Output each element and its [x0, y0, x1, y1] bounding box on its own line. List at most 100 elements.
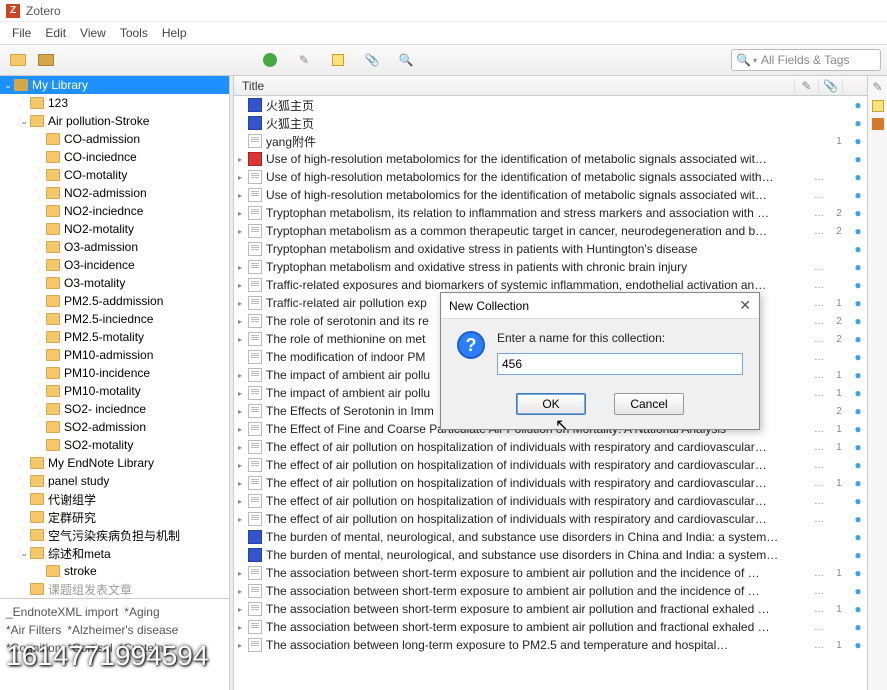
- item-row[interactable]: ▸The association between long-term expos…: [234, 636, 867, 654]
- tag[interactable]: _EndnoteXML import: [6, 605, 118, 619]
- item-row[interactable]: 火狐主页●: [234, 96, 867, 114]
- row-twisty-icon[interactable]: ▸: [238, 299, 248, 308]
- sidebar-item[interactable]: PM10-motality: [0, 382, 229, 400]
- row-twisty-icon[interactable]: ▸: [238, 227, 248, 236]
- row-twisty-icon[interactable]: ▸: [238, 515, 248, 524]
- sidebar-item[interactable]: SO2- inciednce: [0, 400, 229, 418]
- sidebar-item[interactable]: PM2.5-motality: [0, 328, 229, 346]
- sidebar-item[interactable]: SO2-motality: [0, 436, 229, 454]
- row-twisty-icon[interactable]: ▸: [238, 155, 248, 164]
- item-row[interactable]: ▸The effect of air pollution on hospital…: [234, 474, 867, 492]
- cancel-button[interactable]: Cancel: [614, 393, 684, 415]
- row-twisty-icon[interactable]: ▸: [238, 623, 248, 632]
- row-twisty-icon[interactable]: ▸: [238, 191, 248, 200]
- item-row[interactable]: ▸Tryptophan metabolism, its relation to …: [234, 204, 867, 222]
- menu-file[interactable]: File: [6, 24, 37, 42]
- sidebar-item[interactable]: PM10-admission: [0, 346, 229, 364]
- sidebar-item[interactable]: CO-motality: [0, 166, 229, 184]
- item-row[interactable]: 火狐主页●: [234, 114, 867, 132]
- item-row[interactable]: ▸The association between short-term expo…: [234, 600, 867, 618]
- item-row[interactable]: ▸Use of high-resolution metabolomics for…: [234, 186, 867, 204]
- row-twisty-icon[interactable]: ▸: [238, 461, 248, 470]
- item-row[interactable]: The burden of mental, neurological, and …: [234, 528, 867, 546]
- item-row[interactable]: The burden of mental, neurological, and …: [234, 546, 867, 564]
- item-row[interactable]: ▸Use of high-resolution metabolomics for…: [234, 150, 867, 168]
- new-library-button[interactable]: [34, 49, 58, 71]
- row-twisty-icon[interactable]: ▸: [238, 569, 248, 578]
- row-twisty-icon[interactable]: ▸: [238, 479, 248, 488]
- sidebar-item[interactable]: CO-admission: [0, 130, 229, 148]
- sidebar-item[interactable]: 课题组发表文章: [0, 580, 229, 598]
- row-twisty-icon[interactable]: ▸: [238, 173, 248, 182]
- tag[interactable]: *Alzheimer's disease: [67, 623, 178, 637]
- sidebar-item[interactable]: O3-incidence: [0, 256, 229, 274]
- sidebar-item[interactable]: NO2-inciednce: [0, 202, 229, 220]
- column-title[interactable]: Title: [234, 79, 795, 93]
- item-row[interactable]: ▸Tryptophan metabolism as a common thera…: [234, 222, 867, 240]
- sidebar-item[interactable]: O3-motality: [0, 274, 229, 292]
- row-twisty-icon[interactable]: ▸: [238, 281, 248, 290]
- sidebar-item[interactable]: My EndNote Library: [0, 454, 229, 472]
- advanced-search-button[interactable]: 🔍: [394, 49, 418, 71]
- search-input[interactable]: 🔍 ▾ All Fields & Tags: [731, 49, 881, 71]
- row-twisty-icon[interactable]: ▸: [238, 443, 248, 452]
- new-item-button[interactable]: [258, 49, 282, 71]
- new-collection-button[interactable]: [6, 49, 30, 71]
- twisty-icon[interactable]: ⌄: [18, 548, 30, 559]
- sidebar-item[interactable]: NO2-motality: [0, 220, 229, 238]
- item-row[interactable]: ▸The effect of air pollution on hospital…: [234, 492, 867, 510]
- twisty-icon[interactable]: ⌄: [2, 80, 14, 91]
- tag[interactable]: *Cysteine: [119, 641, 170, 655]
- sidebar-item[interactable]: ⌄综述和meta: [0, 544, 229, 562]
- sidebar-item[interactable]: CO-inciednce: [0, 148, 229, 166]
- column-creator[interactable]: ✎: [795, 79, 819, 93]
- note-rail-icon[interactable]: [872, 100, 884, 112]
- sidebar-item[interactable]: 123: [0, 94, 229, 112]
- sidebar-item[interactable]: O3-admission: [0, 238, 229, 256]
- sidebar-item[interactable]: 代谢组学: [0, 490, 229, 508]
- sidebar-item[interactable]: PM10-incidence: [0, 364, 229, 382]
- collections-sidebar[interactable]: ⌄My Library123⌄Air pollution-StrokeCO-ad…: [0, 76, 230, 690]
- row-twisty-icon[interactable]: ▸: [238, 497, 248, 506]
- sidebar-item[interactable]: NO2-admission: [0, 184, 229, 202]
- item-row[interactable]: yang附件1●: [234, 132, 867, 150]
- add-by-identifier-button[interactable]: ✎: [292, 49, 316, 71]
- item-row[interactable]: ▸Tryptophan metabolism and oxidative str…: [234, 258, 867, 276]
- item-row[interactable]: ▸The effect of air pollution on hospital…: [234, 438, 867, 456]
- menu-edit[interactable]: Edit: [39, 24, 72, 42]
- row-twisty-icon[interactable]: ▸: [238, 209, 248, 218]
- item-row[interactable]: Tryptophan metabolism and oxidative stre…: [234, 240, 867, 258]
- twisty-icon[interactable]: ⌄: [18, 116, 30, 127]
- menu-help[interactable]: Help: [156, 24, 193, 42]
- sidebar-item[interactable]: ⌄Air pollution-Stroke: [0, 112, 229, 130]
- item-row[interactable]: ▸Use of high-resolution metabolomics for…: [234, 168, 867, 186]
- sidebar-item[interactable]: SO2-admission: [0, 418, 229, 436]
- row-twisty-icon[interactable]: ▸: [238, 371, 248, 380]
- sidebar-item[interactable]: stroke: [0, 562, 229, 580]
- tag[interactable]: *Cortisol: [67, 641, 112, 655]
- item-row[interactable]: ▸The association between short-term expo…: [234, 618, 867, 636]
- sidebar-item[interactable]: ⌄My Library: [0, 76, 229, 94]
- item-row[interactable]: ▸The association between short-term expo…: [234, 564, 867, 582]
- ok-button[interactable]: OK: [516, 393, 586, 415]
- book-icon[interactable]: [872, 118, 884, 130]
- close-icon[interactable]: ✕: [739, 297, 751, 314]
- sidebar-item[interactable]: PM2.5-inciednce: [0, 310, 229, 328]
- column-attach[interactable]: 📎: [819, 79, 843, 93]
- row-twisty-icon[interactable]: ▸: [238, 263, 248, 272]
- pencil-icon[interactable]: ✎: [872, 80, 882, 94]
- menu-tools[interactable]: Tools: [114, 24, 154, 42]
- row-twisty-icon[interactable]: ▸: [238, 407, 248, 416]
- tag[interactable]: *Cognition: [6, 641, 61, 655]
- sidebar-item[interactable]: panel study: [0, 472, 229, 490]
- sidebar-item[interactable]: 定群研究: [0, 508, 229, 526]
- row-twisty-icon[interactable]: ▸: [238, 317, 248, 326]
- new-note-button[interactable]: [326, 49, 350, 71]
- tag[interactable]: *Air Filters: [6, 623, 61, 637]
- row-twisty-icon[interactable]: ▸: [238, 389, 248, 398]
- tag[interactable]: *Aging: [124, 605, 159, 619]
- add-attachment-button[interactable]: 📎: [360, 49, 384, 71]
- item-row[interactable]: ▸The effect of air pollution on hospital…: [234, 510, 867, 528]
- row-twisty-icon[interactable]: ▸: [238, 425, 248, 434]
- sidebar-item[interactable]: 空气污染疾病负担与机制: [0, 526, 229, 544]
